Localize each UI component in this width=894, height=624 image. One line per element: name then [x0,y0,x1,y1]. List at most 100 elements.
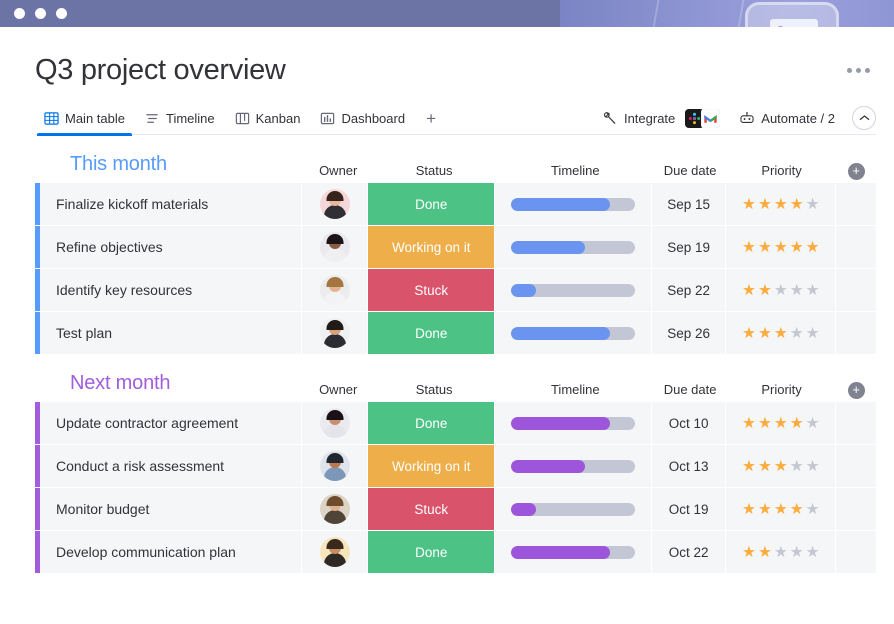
priority-star[interactable]: ★ [790,459,804,474]
priority-star[interactable]: ★ [774,197,788,212]
row-status-cell[interactable]: Working on it [368,445,494,487]
window-close-dot[interactable] [14,8,25,19]
column-header-due-date[interactable]: Due date [653,382,727,402]
row-priority-cell[interactable]: ★★★★★ [726,312,835,354]
priority-star[interactable]: ★ [806,326,820,341]
priority-star[interactable]: ★ [790,416,804,431]
priority-star[interactable]: ★ [790,545,804,560]
priority-star[interactable]: ★ [742,283,756,298]
row-timeline-cell[interactable] [495,402,651,444]
priority-star[interactable]: ★ [790,326,804,341]
priority-star[interactable]: ★ [774,326,788,341]
priority-star[interactable]: ★ [806,416,820,431]
row-status-cell[interactable]: Working on it [368,226,494,268]
row-name-cell[interactable]: Identify key resources [35,269,301,311]
priority-star[interactable]: ★ [758,283,772,298]
row-priority-cell[interactable]: ★★★★★ [726,531,835,573]
priority-star[interactable]: ★ [790,283,804,298]
row-priority-cell[interactable]: ★★★★★ [726,183,835,225]
add-column-button[interactable]: + [848,382,865,399]
column-header-priority[interactable]: Priority [727,163,836,183]
priority-star[interactable]: ★ [758,502,772,517]
column-header-status[interactable]: Status [371,382,497,402]
row-timeline-cell[interactable] [495,531,651,573]
avatar[interactable] [320,494,350,524]
row-priority-cell[interactable]: ★★★★★ [726,488,835,530]
tab-kanban[interactable]: Kanban [226,102,310,135]
table-row[interactable]: Finalize kickoff materialsDoneSep 15★★★★… [35,183,876,225]
priority-star[interactable]: ★ [758,197,772,212]
group-title[interactable]: This month [70,153,167,176]
avatar[interactable] [320,408,350,438]
row-due-date-cell[interactable]: Oct 22 [652,531,725,573]
priority-star[interactable]: ★ [742,197,756,212]
row-owner-cell[interactable] [302,183,367,225]
avatar[interactable] [320,275,350,305]
priority-star[interactable]: ★ [774,283,788,298]
row-name-cell[interactable]: Conduct a risk assessment [35,445,301,487]
row-due-date-cell[interactable]: Sep 26 [652,312,725,354]
collapse-header-button[interactable] [852,106,876,130]
column-header-timeline[interactable]: Timeline [497,163,653,183]
priority-star[interactable]: ★ [758,416,772,431]
table-row[interactable]: Test planDoneSep 26★★★★★ [35,312,876,354]
table-row[interactable]: Update contractor agreementDoneOct 10★★★… [35,402,876,444]
window-maximize-dot[interactable] [56,8,67,19]
table-row[interactable]: Identify key resourcesStuckSep 22★★★★★ [35,269,876,311]
priority-star[interactable]: ★ [742,502,756,517]
integration-app-badges[interactable] [688,109,720,128]
row-timeline-cell[interactable] [495,312,651,354]
tab-timeline[interactable]: Timeline [136,102,224,135]
row-name-cell[interactable]: Monitor budget [35,488,301,530]
avatar[interactable] [320,451,350,481]
row-due-date-cell[interactable]: Sep 15 [652,183,725,225]
priority-star[interactable]: ★ [742,459,756,474]
row-name-cell[interactable]: Refine objectives [35,226,301,268]
priority-star[interactable]: ★ [758,545,772,560]
row-owner-cell[interactable] [302,531,367,573]
row-timeline-cell[interactable] [495,488,651,530]
row-owner-cell[interactable] [302,445,367,487]
row-status-cell[interactable]: Done [368,312,494,354]
integrate-button[interactable]: Integrate [596,107,682,130]
row-owner-cell[interactable] [302,312,367,354]
column-header-status[interactable]: Status [371,163,497,183]
priority-star[interactable]: ★ [790,502,804,517]
row-status-cell[interactable]: Done [368,402,494,444]
table-row[interactable]: Refine objectivesWorking on itSep 19★★★★… [35,226,876,268]
table-row[interactable]: Conduct a risk assessmentWorking on itOc… [35,445,876,487]
avatar[interactable] [320,189,350,219]
column-header-owner[interactable]: Owner [305,163,371,183]
group-title[interactable]: Next month [70,372,170,395]
table-row[interactable]: Monitor budgetStuckOct 19★★★★★ [35,488,876,530]
priority-star[interactable]: ★ [790,197,804,212]
row-due-date-cell[interactable]: Sep 22 [652,269,725,311]
row-name-cell[interactable]: Update contractor agreement [35,402,301,444]
board-menu-icon[interactable] [847,52,876,73]
priority-star[interactable]: ★ [758,240,772,255]
priority-star[interactable]: ★ [790,240,804,255]
column-header-priority[interactable]: Priority [727,382,836,402]
row-owner-cell[interactable] [302,402,367,444]
priority-star[interactable]: ★ [806,240,820,255]
priority-star[interactable]: ★ [774,459,788,474]
priority-star[interactable]: ★ [758,326,772,341]
row-timeline-cell[interactable] [495,445,651,487]
row-owner-cell[interactable] [302,269,367,311]
row-owner-cell[interactable] [302,226,367,268]
tab-dashboard[interactable]: Dashboard [311,102,414,135]
row-owner-cell[interactable] [302,488,367,530]
row-timeline-cell[interactable] [495,183,651,225]
priority-star[interactable]: ★ [774,502,788,517]
priority-star[interactable]: ★ [806,197,820,212]
row-due-date-cell[interactable]: Oct 19 [652,488,725,530]
priority-star[interactable]: ★ [758,459,772,474]
avatar[interactable] [320,537,350,567]
priority-star[interactable]: ★ [742,545,756,560]
priority-star[interactable]: ★ [742,326,756,341]
row-name-cell[interactable]: Finalize kickoff materials [35,183,301,225]
window-controls[interactable] [14,8,67,19]
automate-button[interactable]: Automate / 2 [732,107,842,130]
column-header-owner[interactable]: Owner [305,382,371,402]
row-name-cell[interactable]: Test plan [35,312,301,354]
